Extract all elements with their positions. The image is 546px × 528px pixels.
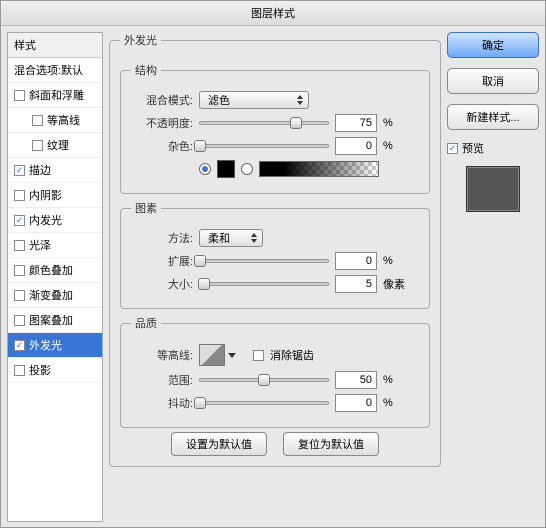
preview-swatch: [466, 166, 520, 212]
jitter-label: 抖动:: [131, 395, 193, 411]
jitter-unit: %: [383, 397, 411, 409]
jitter-input[interactable]: [335, 394, 377, 412]
style-label: 内阴影: [29, 187, 62, 203]
dialog-buttons: 确定 取消 新建样式... 预览: [447, 32, 539, 522]
style-bevel[interactable]: 斜面和浮雕: [8, 83, 102, 108]
styles-header: 样式: [8, 33, 102, 58]
jitter-slider[interactable]: [199, 401, 329, 405]
style-label: 渐变叠加: [29, 287, 73, 303]
checkbox-icon[interactable]: [14, 165, 25, 176]
set-default-button[interactable]: 设置为默认值: [171, 432, 267, 456]
styles-list: 样式 混合选项:默认 斜面和浮雕 等高线 纹理 描边 内阴影 内发光 光泽 颜色…: [7, 32, 103, 522]
style-gradient-overlay[interactable]: 渐变叠加: [8, 283, 102, 308]
spread-input[interactable]: [335, 252, 377, 270]
range-unit: %: [383, 374, 411, 386]
opacity-slider[interactable]: [199, 121, 329, 125]
style-contour[interactable]: 等高线: [8, 108, 102, 133]
style-label: 等高线: [47, 112, 80, 128]
checkbox-icon[interactable]: [32, 115, 43, 126]
checkbox-icon[interactable]: [14, 290, 25, 301]
checkbox-icon[interactable]: [14, 190, 25, 201]
elements-legend: 图素: [131, 200, 161, 216]
technique-select[interactable]: 柔和: [199, 229, 263, 247]
noise-slider[interactable]: [199, 144, 329, 148]
layer-style-dialog: 图层样式 样式 混合选项:默认 斜面和浮雕 等高线 纹理 描边 内阴影 内发光 …: [0, 0, 546, 528]
opacity-label: 不透明度:: [131, 115, 193, 131]
size-label: 大小:: [131, 276, 193, 292]
checkbox-icon[interactable]: [14, 340, 25, 351]
style-outer-glow[interactable]: 外发光: [8, 333, 102, 358]
range-label: 范围:: [131, 372, 193, 388]
glow-gradient-picker[interactable]: [259, 161, 379, 177]
spread-label: 扩展:: [131, 253, 193, 269]
checkbox-icon[interactable]: [14, 315, 25, 326]
preview-checkbox[interactable]: [447, 143, 458, 154]
ok-button[interactable]: 确定: [447, 32, 539, 58]
gradient-radio[interactable]: [241, 163, 253, 175]
contour-label: 等高线:: [131, 347, 193, 363]
antialias-label: 消除锯齿: [270, 347, 314, 363]
style-stroke[interactable]: 描边: [8, 158, 102, 183]
style-label: 投影: [29, 362, 51, 378]
range-input[interactable]: [335, 371, 377, 389]
style-pattern-overlay[interactable]: 图案叠加: [8, 308, 102, 333]
checkbox-icon[interactable]: [14, 265, 25, 276]
noise-input[interactable]: [335, 137, 377, 155]
checkbox-icon[interactable]: [14, 90, 25, 101]
preview-label: 预览: [462, 140, 484, 156]
style-label: 光泽: [29, 237, 51, 253]
quality-legend: 品质: [131, 315, 161, 331]
antialias-checkbox[interactable]: [253, 350, 264, 361]
size-unit: 像素: [383, 276, 411, 292]
checkbox-icon[interactable]: [32, 140, 43, 151]
checkbox-icon[interactable]: [14, 240, 25, 251]
structure-legend: 结构: [131, 62, 161, 78]
style-label: 颜色叠加: [29, 262, 73, 278]
cancel-button[interactable]: 取消: [447, 68, 539, 94]
style-label: 斜面和浮雕: [29, 87, 84, 103]
opacity-unit: %: [383, 117, 411, 129]
new-style-button[interactable]: 新建样式...: [447, 104, 539, 130]
blend-options-default[interactable]: 混合选项:默认: [8, 58, 102, 83]
size-input[interactable]: [335, 275, 377, 293]
reset-default-button[interactable]: 复位为默认值: [283, 432, 379, 456]
elements-fieldset: 图素 方法: 柔和 扩展: % 大小: 像: [120, 200, 430, 309]
outer-glow-fieldset: 外发光 结构 混合模式: 滤色 不透明度: % 杂色:: [109, 32, 441, 467]
range-slider[interactable]: [199, 378, 329, 382]
contour-picker[interactable]: [199, 344, 225, 366]
style-color-overlay[interactable]: 颜色叠加: [8, 258, 102, 283]
style-satin[interactable]: 光泽: [8, 233, 102, 258]
checkbox-icon[interactable]: [14, 365, 25, 376]
noise-label: 杂色:: [131, 138, 193, 154]
color-radio[interactable]: [199, 163, 211, 175]
style-label: 图案叠加: [29, 312, 73, 328]
style-drop-shadow[interactable]: 投影: [8, 358, 102, 383]
style-inner-shadow[interactable]: 内阴影: [8, 183, 102, 208]
style-label: 内发光: [29, 212, 62, 228]
style-label: 描边: [29, 162, 51, 178]
size-slider[interactable]: [199, 282, 329, 286]
style-inner-glow[interactable]: 内发光: [8, 208, 102, 233]
noise-unit: %: [383, 140, 411, 152]
panel-title: 外发光: [120, 32, 161, 48]
quality-fieldset: 品质 等高线: 消除锯齿 范围: % 抖: [120, 315, 430, 428]
dialog-title: 图层样式: [1, 1, 545, 26]
technique-label: 方法:: [131, 230, 193, 246]
checkbox-icon[interactable]: [14, 215, 25, 226]
spread-slider[interactable]: [199, 259, 329, 263]
blend-mode-label: 混合模式:: [131, 92, 193, 108]
opacity-input[interactable]: [335, 114, 377, 132]
options-panel: 外发光 结构 混合模式: 滤色 不透明度: % 杂色:: [109, 32, 441, 522]
blend-mode-select[interactable]: 滤色: [199, 91, 309, 109]
structure-fieldset: 结构 混合模式: 滤色 不透明度: % 杂色:: [120, 62, 430, 194]
spread-unit: %: [383, 255, 411, 267]
style-texture[interactable]: 纹理: [8, 133, 102, 158]
style-label: 外发光: [29, 337, 62, 353]
style-label: 纹理: [47, 137, 69, 153]
glow-color-swatch[interactable]: [217, 160, 235, 178]
